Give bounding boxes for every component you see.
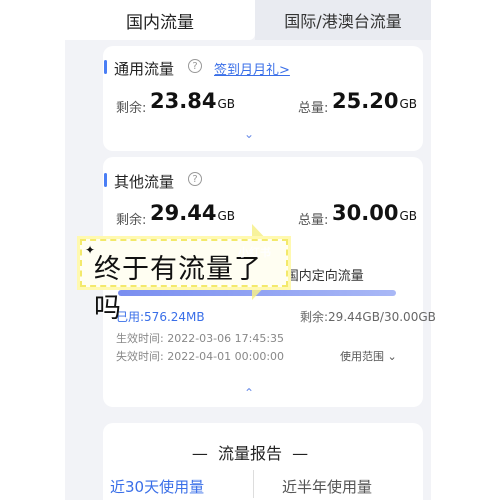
general-remain-label: 剩余: <box>116 101 147 116</box>
help-icon[interactable]: ? <box>188 172 202 186</box>
tab-half-year[interactable]: 近半年使用量 <box>282 476 372 497</box>
expand-chevron-icon[interactable]: ⌄ <box>244 127 254 141</box>
effective-time: 生效时间: 2022-03-06 17:45:35 <box>116 332 285 345</box>
tab-divider <box>253 470 254 498</box>
sparkle-icon: ✦ <box>85 243 96 257</box>
other-total-label: 总量: <box>298 213 329 228</box>
tab-international[interactable]: 国际/港澳台流量 <box>255 0 431 40</box>
other-total-value: 30.00GB <box>332 201 417 225</box>
collapse-chevron-icon[interactable]: ⌃ <box>244 386 254 400</box>
expire-time: 失效时间: 2022-04-01 00:00:00 <box>116 350 285 363</box>
remain-text: 剩余:29.44GB/30.00GB <box>300 310 436 324</box>
general-remain-value: 23.84GB <box>150 89 235 113</box>
section-marker <box>104 173 107 187</box>
section-marker <box>104 60 107 74</box>
tab-30-days[interactable]: 近30天使用量 <box>110 476 204 497</box>
other-remain-value: 29.44GB <box>150 201 235 225</box>
general-title: 通用流量 <box>114 60 175 78</box>
tab-bar: 国内流量 国际/港澳台流量 <box>65 0 431 46</box>
general-total-label: 总量: <box>298 101 329 116</box>
report-title: — 流量报告 — <box>191 444 309 463</box>
usage-scope-link[interactable]: 使用范围 ⌄ <box>340 348 397 364</box>
general-total-value: 25.20GB <box>332 89 417 113</box>
help-icon[interactable]: ? <box>188 59 202 73</box>
tab-domestic[interactable]: 国内流量 <box>65 0 255 40</box>
other-title: 其他流量 <box>114 173 175 191</box>
watermark: 小红书 <box>238 246 271 259</box>
promo-link[interactable]: 签到月月礼> <box>214 59 290 78</box>
other-remain-label: 剩余: <box>116 213 147 228</box>
